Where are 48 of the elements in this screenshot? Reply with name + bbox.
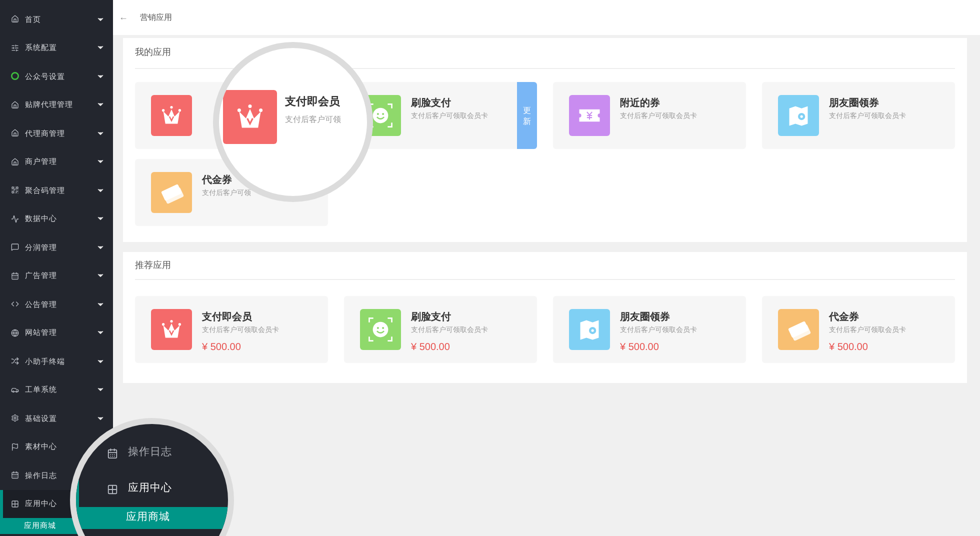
app-title: 附近的券 <box>620 97 661 110</box>
app-title: 代金券 <box>829 311 860 324</box>
house-icon <box>11 15 19 24</box>
shuffle-icon <box>11 357 19 366</box>
calendar-icon <box>11 272 19 280</box>
app-title: 刷脸支付 <box>411 311 452 324</box>
sliders-icon <box>11 44 19 52</box>
app-price: ¥ 500.00 <box>620 341 660 354</box>
page-title: 营销应用 <box>140 12 172 24</box>
back-button[interactable]: ← <box>119 10 128 24</box>
crown-icon <box>223 90 277 144</box>
menu-item[interactable]: 应用商城 <box>76 507 228 529</box>
crown-icon <box>151 309 192 350</box>
smiley-icon <box>360 309 401 350</box>
grid-icon <box>11 500 19 508</box>
app-title: 代金券 <box>202 174 233 187</box>
car-icon <box>11 386 19 394</box>
house-icon <box>11 100 19 109</box>
app-title: 朋友圈领券 <box>620 311 671 324</box>
coupon-icon <box>778 309 819 350</box>
app-price: ¥ 500.00 <box>202 341 242 354</box>
app-title: 刷脸支付 <box>411 97 452 110</box>
house-icon <box>11 129 19 138</box>
crown-icon <box>151 95 192 136</box>
grid-icon <box>107 484 118 494</box>
code-icon <box>11 300 19 308</box>
pulse-icon <box>11 214 19 223</box>
calendar-icon <box>11 471 19 480</box>
qr-icon <box>11 186 19 194</box>
ring-icon <box>11 72 19 80</box>
chat-icon <box>11 243 19 252</box>
app-title: 支付即会员 <box>202 311 253 324</box>
map-pin-icon <box>569 309 610 350</box>
map-pin-icon <box>778 95 819 136</box>
coupon-icon <box>151 172 192 213</box>
settings-icon <box>11 414 19 422</box>
app-title: 支付即会员 <box>285 94 341 110</box>
flag-icon <box>11 442 19 451</box>
calendar-icon <box>107 448 118 458</box>
house-icon <box>11 158 19 166</box>
section-title: 推荐应用 <box>135 252 955 280</box>
globe-icon <box>11 328 19 337</box>
app-price: ¥ 500.00 <box>411 341 451 354</box>
app-price: ¥ 500.00 <box>829 341 869 354</box>
menu-item[interactable]: 操作日志 <box>76 435 228 471</box>
ticket-icon <box>569 95 610 136</box>
app-title: 朋友圈领券 <box>829 97 880 110</box>
app-description: 支付后客户可领 <box>285 114 341 126</box>
